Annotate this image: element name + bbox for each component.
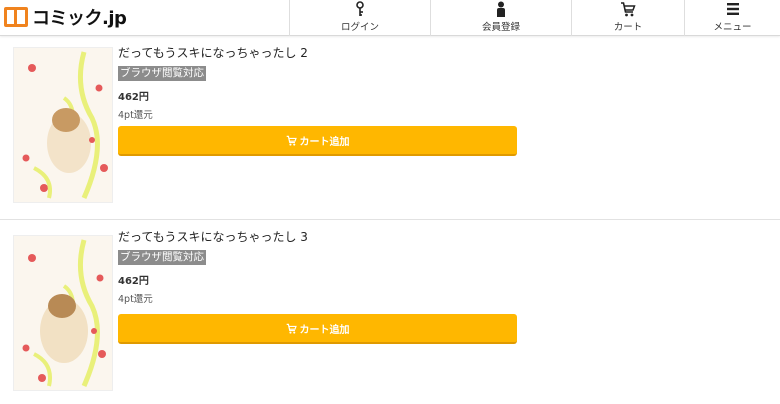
product-info: だってもうスキになっちゃったし 3 ブラウザ閲覧対応 462円 4pt還元	[118, 229, 308, 305]
browser-reading-badge: ブラウザ閲覧対応	[118, 66, 206, 81]
product-title[interactable]: だってもうスキになっちゃったし 3	[118, 229, 308, 245]
add-to-cart-button[interactable]: カート追加	[118, 314, 517, 344]
key-icon	[354, 0, 366, 18]
logo-book-icon	[4, 7, 28, 27]
product-price: 462円	[118, 276, 149, 287]
nav-login-label: ログイン	[340, 22, 379, 33]
add-to-cart-label: カート追加	[299, 324, 350, 336]
book-cover[interactable]	[13, 47, 113, 203]
nav-register[interactable]: 会員登録	[430, 0, 571, 36]
product-title[interactable]: だってもうスキになっちゃったし 2	[118, 45, 308, 61]
site-logo[interactable]: コミック.jp	[4, 5, 127, 29]
cart-icon	[620, 0, 636, 18]
product-points: 4pt還元	[118, 294, 153, 305]
menu-icon	[726, 0, 740, 18]
product-price: 462円	[118, 92, 149, 103]
cart-icon	[286, 135, 297, 146]
nav-register-label: 会員登録	[481, 22, 520, 33]
book-cover[interactable]	[13, 235, 113, 391]
cart-icon	[286, 323, 297, 334]
product-info: だってもうスキになっちゃったし 2 ブラウザ閲覧対応 462円 4pt還元	[118, 45, 308, 121]
nav-cart[interactable]: カート	[571, 0, 684, 36]
product-points: 4pt還元	[118, 110, 153, 121]
logo-text: コミック.jp	[32, 8, 127, 29]
nav-cart-label: カート	[613, 22, 643, 33]
nav-menu-label: メニュー	[713, 22, 752, 33]
nav-menu[interactable]: メニュー	[684, 0, 780, 36]
site-header: コミック.jp ログイン 会員登録 カート メニュー	[0, 0, 780, 36]
user-icon	[496, 0, 506, 18]
browser-reading-badge: ブラウザ閲覧対応	[118, 250, 206, 265]
product-item: だってもうスキになっちゃったし 3 ブラウザ閲覧対応 462円 4pt還元 カー…	[0, 221, 780, 404]
nav-login[interactable]: ログイン	[289, 0, 430, 36]
add-to-cart-label: カート追加	[299, 136, 350, 148]
product-item: だってもうスキになっちゃったし 2 ブラウザ閲覧対応 462円 4pt還元 カー…	[0, 37, 780, 220]
add-to-cart-button[interactable]: カート追加	[118, 126, 517, 156]
